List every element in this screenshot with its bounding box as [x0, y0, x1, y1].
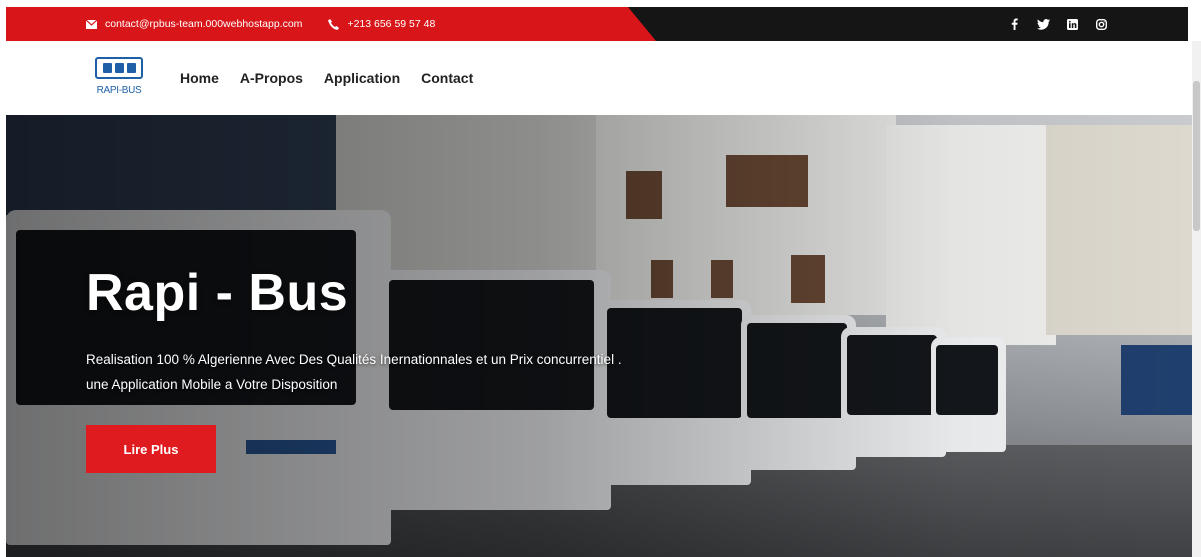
hero-description: Realisation 100 % Algerienne Avec Des Qu… — [86, 352, 622, 392]
hero-banner: Rapi - Bus Realisation 100 % Algerienne … — [6, 115, 1192, 557]
nav-menu: Home A-Propos Application Contact — [180, 41, 473, 115]
scrollbar-thumb[interactable] — [1193, 81, 1200, 231]
instagram-icon[interactable] — [1094, 17, 1108, 31]
nav-item-contact[interactable]: Contact — [421, 70, 473, 86]
hero-overlay — [6, 115, 1192, 557]
top-contact-bar: contact@rpbus-team.000webhostapp.com +21… — [6, 7, 1188, 41]
envelope-icon — [86, 18, 97, 30]
logo-bus-icon — [95, 57, 143, 79]
read-more-button[interactable]: Lire Plus — [86, 425, 216, 473]
hero-title: Rapi - Bus — [86, 264, 349, 322]
facebook-icon[interactable] — [1007, 17, 1021, 31]
nav-item-application[interactable]: Application — [324, 70, 400, 86]
site-logo[interactable]: RAPI-BUS — [91, 51, 147, 105]
linkedin-icon[interactable] — [1065, 17, 1079, 31]
page-scrollbar[interactable] — [1192, 41, 1201, 557]
nav-item-a-propos[interactable]: A-Propos — [240, 70, 303, 86]
nav-item-home[interactable]: Home — [180, 70, 219, 86]
phone-icon — [328, 18, 340, 30]
logo-text: RAPI-BUS — [96, 85, 142, 96]
contact-info: contact@rpbus-team.000webhostapp.com +21… — [86, 7, 435, 41]
social-links — [1007, 7, 1108, 41]
page: contact@rpbus-team.000webhostapp.com +21… — [0, 0, 1201, 557]
twitter-icon[interactable] — [1036, 17, 1050, 31]
email-link[interactable]: contact@rpbus-team.000webhostapp.com — [105, 18, 302, 30]
main-navbar: RAPI-BUS Home A-Propos Application Conta… — [6, 41, 1188, 115]
phone-link[interactable]: +213 656 59 57 48 — [347, 18, 435, 30]
